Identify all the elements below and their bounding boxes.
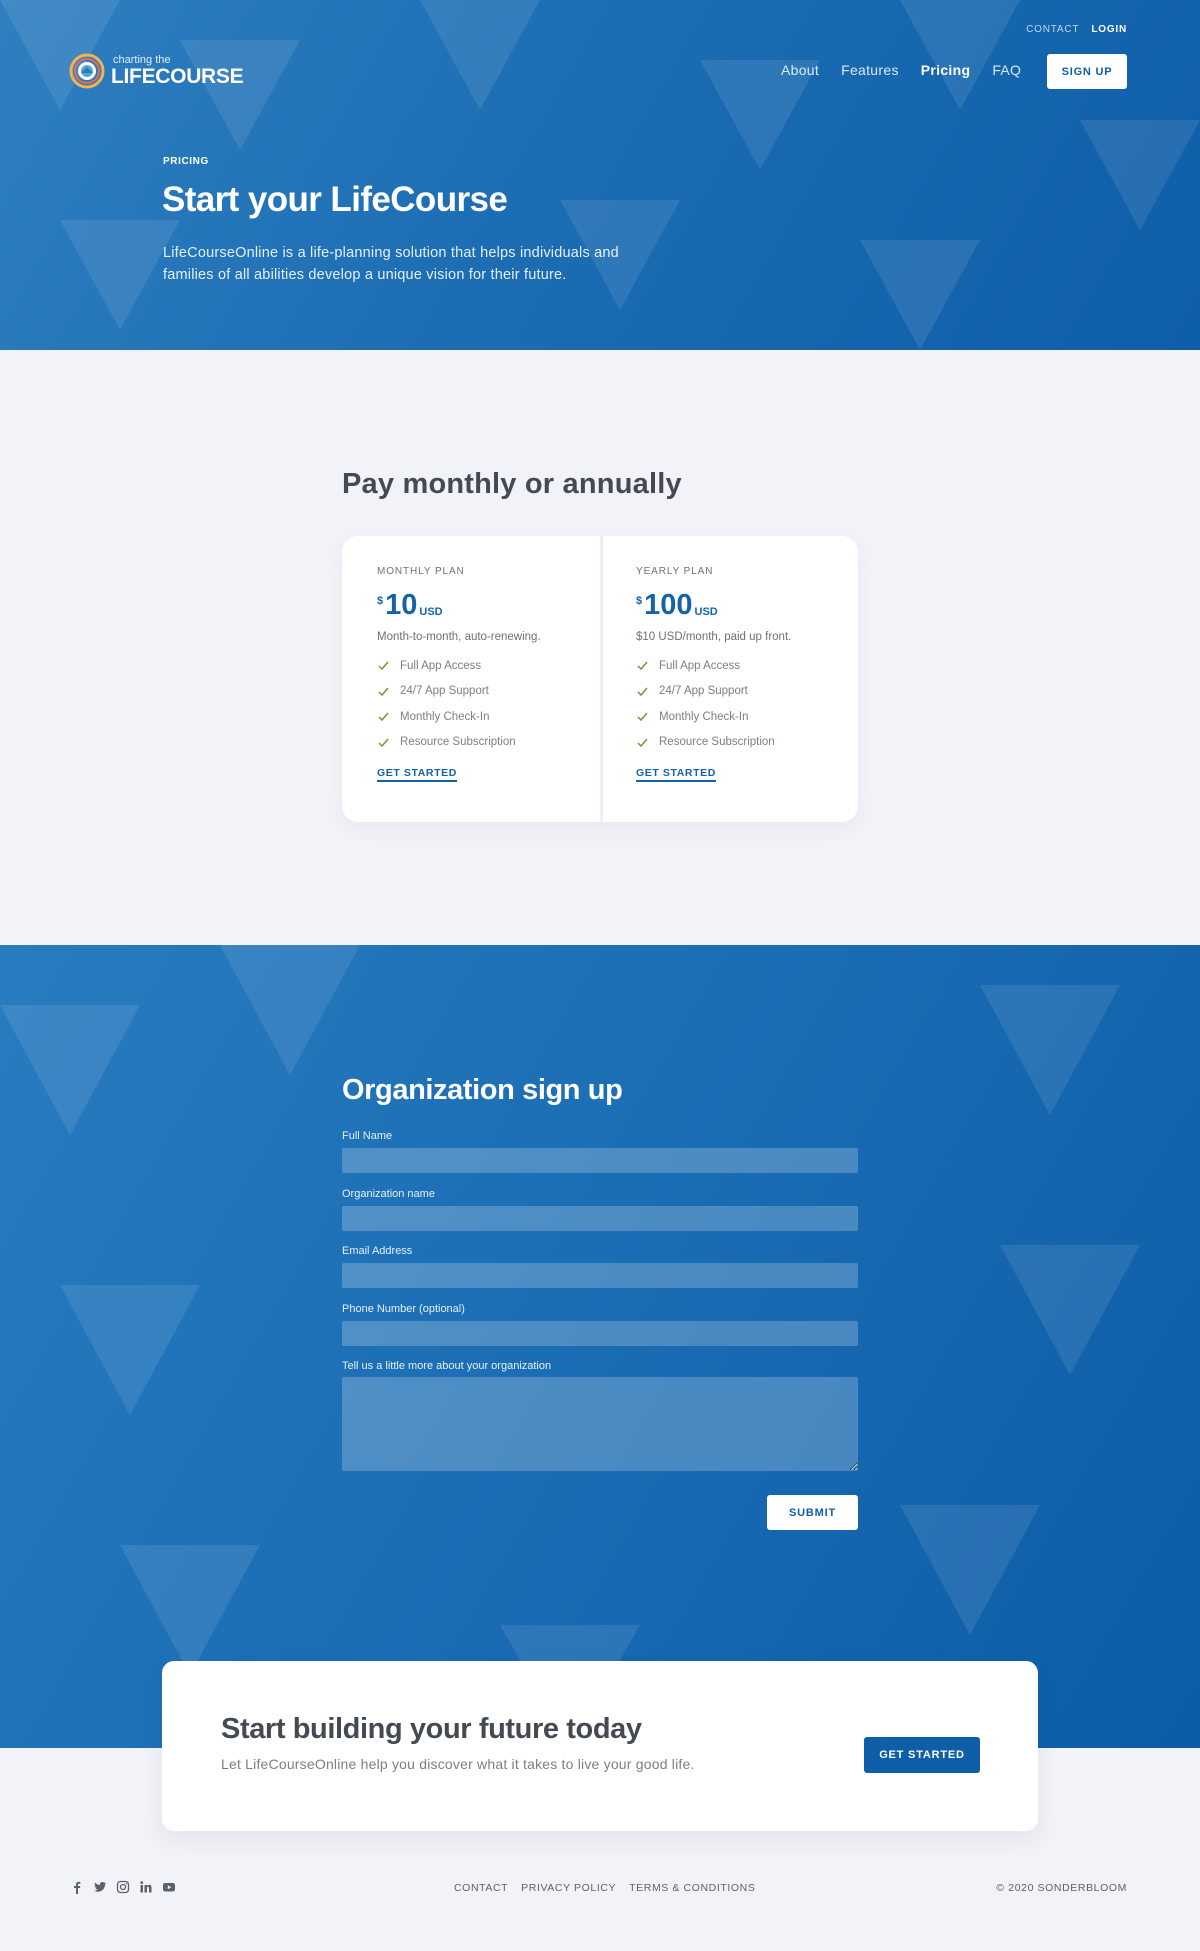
get-started-button[interactable]: GET STARTED <box>864 1737 980 1773</box>
organization-signup-section: Organization sign up Full Name Organizat… <box>0 945 1200 1748</box>
youtube-icon[interactable] <box>162 1880 176 1894</box>
checkmark-icon <box>378 738 389 747</box>
hero-section: CONTACT LOGIN charting the LIFECOURSE Ab… <box>0 0 1200 350</box>
about-org-label: Tell us a little more about your organiz… <box>342 1360 552 1372</box>
social-links <box>70 1880 176 1894</box>
plan-description: $10 USD/month, paid up front. <box>636 631 792 643</box>
checkmark-icon <box>637 661 648 671</box>
top-utility-links: CONTACT LOGIN <box>1026 24 1127 35</box>
footer-link-contact[interactable]: CONTACT <box>454 1882 508 1894</box>
footer-link-privacy-policy[interactable]: PRIVACY POLICY <box>521 1882 616 1894</box>
checkmark-icon <box>637 712 648 722</box>
nav-item-pricing[interactable]: Pricing <box>921 62 971 78</box>
copyright-text: © 2020 SONDERBLOOM <box>996 1882 1127 1894</box>
checkmark-icon <box>637 687 648 696</box>
triangle-pattern-background <box>0 945 1140 1748</box>
plan-price: $ 100 USD <box>636 589 858 621</box>
feature-label: Resource Subscription <box>400 736 516 749</box>
plan-name: YEARLY PLAN <box>636 566 714 577</box>
monthly-plan: MONTHLY PLAN $ 10 USD Month-to-month, au… <box>342 536 600 822</box>
phone-field[interactable] <box>342 1321 858 1346</box>
price-amount: 10 <box>385 589 418 621</box>
checkmark-icon <box>637 738 648 747</box>
feature-label: Resource Subscription <box>659 736 775 749</box>
phone-label: Phone Number (optional) <box>342 1303 465 1315</box>
plan-description: Month-to-month, auto-renewing. <box>377 631 541 643</box>
contact-link[interactable]: CONTACT <box>1026 24 1079 35</box>
hero-description: LifeCourseOnline is a life-planning solu… <box>163 245 619 283</box>
checkmark-icon <box>378 712 389 722</box>
plan-features: Full App Access 24/7 App Support Monthly… <box>377 653 600 755</box>
feature-label: 24/7 App Support <box>400 685 489 698</box>
feature-item: Monthly Check-In <box>636 704 858 730</box>
feature-item: 24/7 App Support <box>636 679 858 705</box>
twitter-icon[interactable] <box>93 1880 107 1894</box>
hero-title: Start your LifeCourse <box>162 180 508 219</box>
currency-symbol: $ <box>636 595 643 607</box>
linkedin-icon[interactable] <box>139 1880 153 1894</box>
yearly-plan: YEARLY PLAN $ 100 USD $10 USD/month, pai… <box>600 536 858 822</box>
feature-item: Full App Access <box>636 653 858 679</box>
site-logo[interactable]: charting the LIFECOURSE <box>69 53 244 89</box>
plan-name: MONTHLY PLAN <box>377 566 465 577</box>
hero-eyebrow: PRICING <box>163 156 209 167</box>
yearly-get-started-link[interactable]: GET STARTED <box>636 767 716 782</box>
pricing-plans-card: MONTHLY PLAN $ 10 USD Month-to-month, au… <box>342 536 858 822</box>
feature-item: Resource Subscription <box>636 730 858 756</box>
nav-item-faq[interactable]: FAQ <box>992 62 1021 78</box>
nav-item-features[interactable]: Features <box>841 62 899 78</box>
sign-up-button[interactable]: SIGN UP <box>1047 54 1127 89</box>
feature-label: Full App Access <box>400 659 482 672</box>
logo-wordmark: LIFECOURSE <box>111 65 244 88</box>
nav-item-about[interactable]: About <box>781 62 819 78</box>
feature-label: 24/7 App Support <box>659 685 748 698</box>
checkmark-icon <box>378 687 389 696</box>
plan-features: Full App Access 24/7 App Support Monthly… <box>636 653 858 755</box>
submit-button[interactable]: SUBMIT <box>767 1495 858 1530</box>
about-org-textarea[interactable] <box>342 1377 858 1471</box>
cta-description: Let LifeCourseOnline help you discover w… <box>221 1756 695 1772</box>
email-label: Email Address <box>342 1245 413 1257</box>
cta-title: Start building your future today <box>221 1713 642 1745</box>
price-unit: USD <box>419 606 443 618</box>
feature-label: Full App Access <box>659 659 741 672</box>
login-link[interactable]: LOGIN <box>1091 24 1127 35</box>
full-name-label: Full Name <box>342 1130 393 1142</box>
feature-label: Monthly Check-In <box>659 710 749 723</box>
instagram-icon[interactable] <box>116 1880 130 1894</box>
plan-price: $ 10 USD <box>377 589 600 621</box>
feature-item: 24/7 App Support <box>377 679 600 705</box>
currency-symbol: $ <box>377 595 384 607</box>
lifecourse-logo-icon <box>69 53 105 89</box>
main-nav: About Features Pricing FAQ <box>781 62 1021 78</box>
org-signup-title: Organization sign up <box>342 1074 623 1106</box>
email-field[interactable] <box>342 1263 858 1288</box>
footer-links: CONTACT PRIVACY POLICY TERMS & CONDITION… <box>454 1882 755 1894</box>
pricing-title: Pay monthly or annually <box>342 468 682 500</box>
feature-label: Monthly Check-In <box>400 710 490 723</box>
footer-link-terms[interactable]: TERMS & CONDITIONS <box>629 1882 755 1894</box>
cta-card: Start building your future today Let Lif… <box>162 1661 1038 1831</box>
feature-item: Full App Access <box>377 653 600 679</box>
price-unit: USD <box>694 606 718 618</box>
organization-name-field[interactable] <box>342 1206 858 1231</box>
full-name-field[interactable] <box>342 1148 858 1173</box>
feature-item: Monthly Check-In <box>377 704 600 730</box>
organization-name-label: Organization name <box>342 1188 435 1200</box>
checkmark-icon <box>378 661 389 671</box>
price-amount: 100 <box>644 589 693 621</box>
monthly-get-started-link[interactable]: GET STARTED <box>377 767 457 782</box>
feature-item: Resource Subscription <box>377 730 600 756</box>
facebook-icon[interactable] <box>70 1880 84 1894</box>
